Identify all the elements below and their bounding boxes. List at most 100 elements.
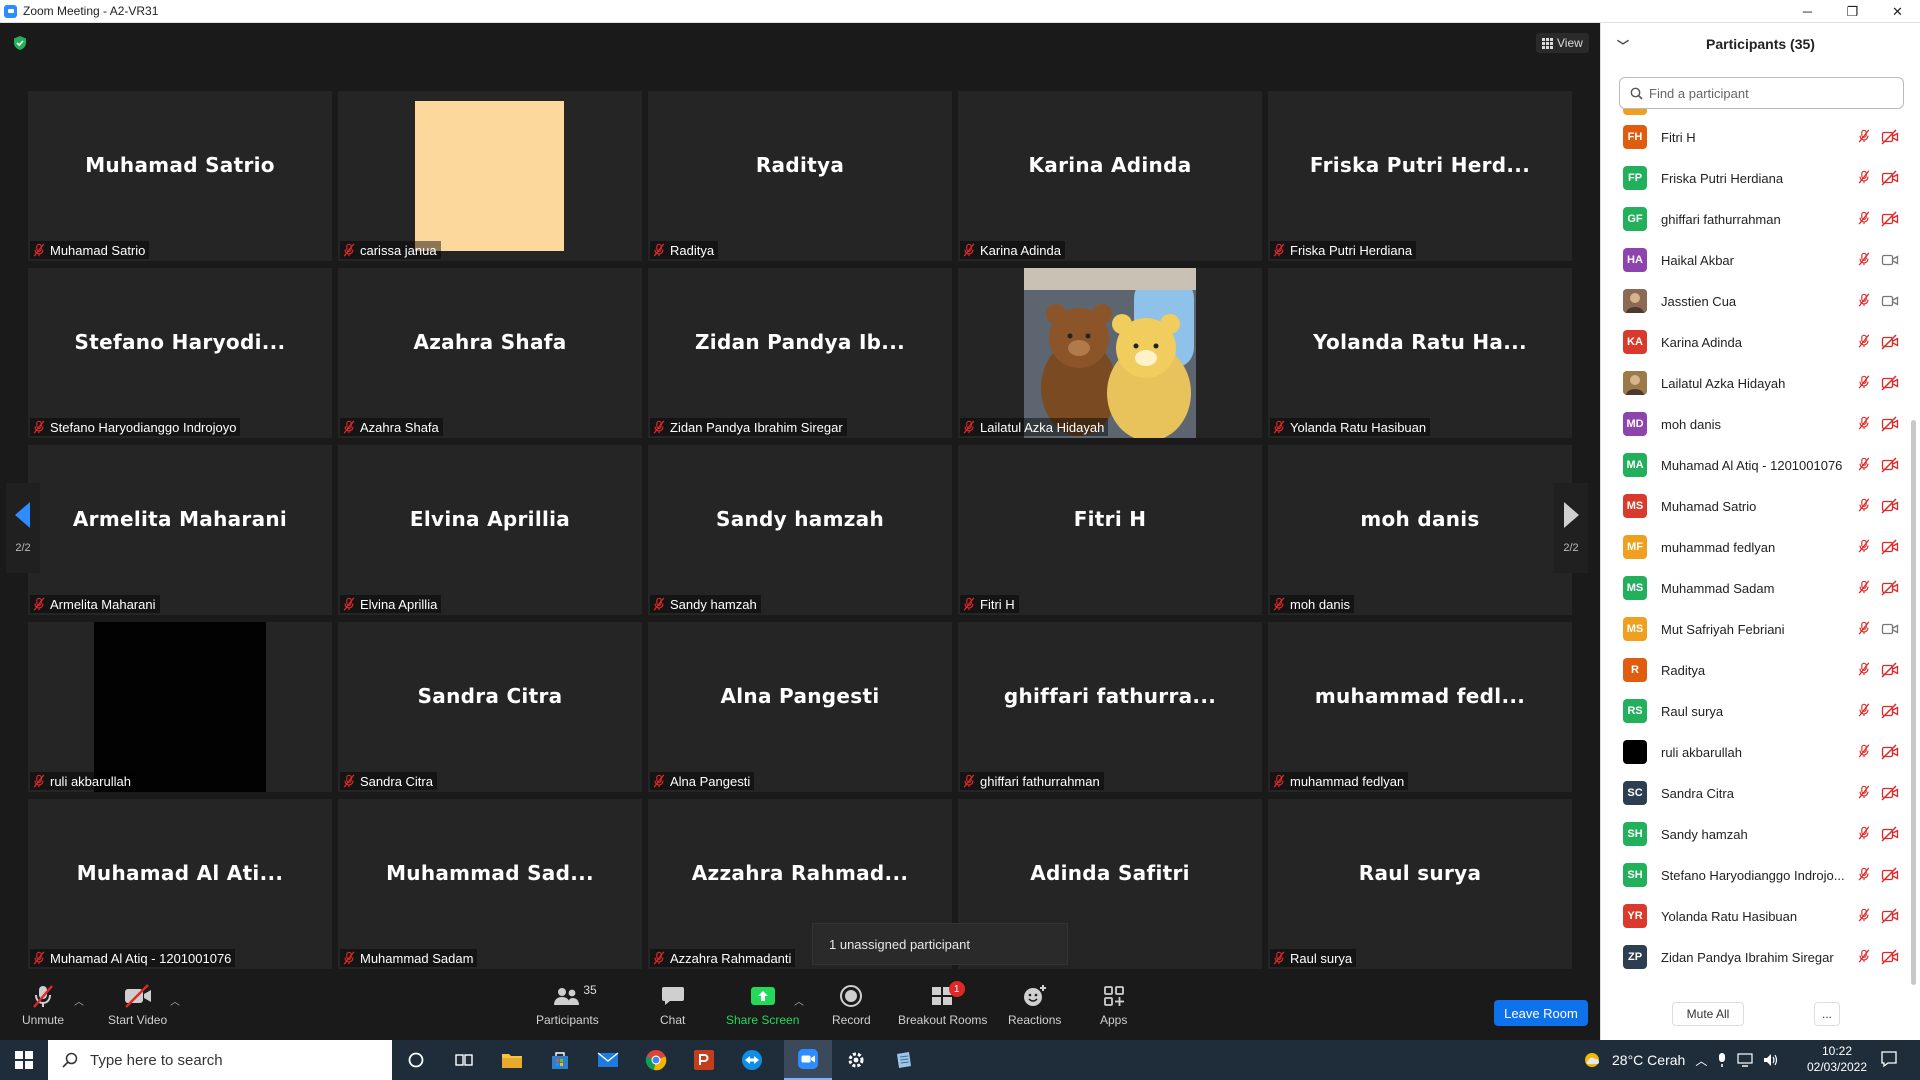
participant-video-off-icon[interactable] — [1881, 334, 1899, 350]
video-tile[interactable]: Friska Putri Herd... Friska Putri Herdian… — [1268, 91, 1572, 261]
participant-mic-muted-icon[interactable] — [1857, 826, 1873, 842]
notification-center-icon[interactable] — [1880, 1050, 1898, 1068]
task-view-button[interactable] — [440, 1040, 488, 1080]
participant-video-off-icon[interactable] — [1881, 785, 1899, 801]
participant-row[interactable]: R Raditya — [1601, 650, 1913, 691]
volume-icon[interactable] — [1763, 1053, 1779, 1067]
participant-mic-muted-icon[interactable] — [1857, 129, 1873, 145]
video-tile[interactable]: carissa janua — [338, 91, 642, 261]
teamviewer-button[interactable] — [728, 1040, 776, 1080]
share-options-caret[interactable]: ︿ — [794, 993, 804, 1008]
participant-row[interactable]: Jasstien Cua — [1601, 281, 1913, 322]
participant-row[interactable]: SC Sandra Citra — [1601, 773, 1913, 814]
participant-video-off-icon[interactable] — [1881, 416, 1899, 432]
file-explorer-button[interactable] — [488, 1040, 536, 1080]
participant-mic-muted-icon[interactable] — [1857, 621, 1873, 637]
video-tile[interactable]: Yolanda Ratu Ha... Yolanda Ratu Hasibuan — [1268, 268, 1572, 438]
participant-row[interactable]: GF ghiffari fathurrahman — [1601, 199, 1913, 240]
video-tile[interactable]: ghiffari fathurra... ghiffari fathurrahma… — [958, 622, 1262, 792]
video-tile[interactable]: Armelita Maharani Armelita Maharani — [28, 445, 332, 615]
participant-mic-muted-icon[interactable] — [1857, 416, 1873, 432]
powerpoint-button[interactable] — [680, 1040, 728, 1080]
unmute-button[interactable]: Unmute — [22, 981, 64, 1027]
participant-mic-muted-icon[interactable] — [1857, 539, 1873, 555]
participant-row[interactable]: ruli akbarullah — [1601, 732, 1913, 773]
taskbar-search-box[interactable]: Type here to search — [48, 1040, 392, 1080]
participant-mic-muted-icon[interactable] — [1857, 498, 1873, 514]
video-tile[interactable]: Karina Adinda Karina Adinda — [958, 91, 1262, 261]
participant-video-off-icon[interactable] — [1881, 375, 1899, 391]
video-tile[interactable]: Muhammad Sad... Muhammad Sadam — [338, 799, 642, 969]
more-options-button[interactable]: ... — [1814, 1002, 1840, 1026]
participant-row[interactable]: YR Yolanda Ratu Hasibuan — [1601, 896, 1913, 937]
participant-mic-muted-icon[interactable] — [1857, 703, 1873, 719]
participant-mic-muted-icon[interactable] — [1857, 375, 1873, 391]
network-icon[interactable] — [1737, 1053, 1753, 1067]
participant-video-off-icon[interactable] — [1881, 826, 1899, 842]
participant-row[interactable]: ZP Zidan Pandya Ibrahim Siregar — [1601, 937, 1913, 978]
video-tile[interactable]: Elvina Aprillia Elvina Aprillia — [338, 445, 642, 615]
video-tile[interactable]: moh danis moh danis — [1268, 445, 1572, 615]
start-video-button[interactable]: Start Video — [108, 981, 167, 1027]
participant-row[interactable]: Lailatul Azka Hidayah — [1601, 363, 1913, 404]
video-tile[interactable]: Raul surya Raul surya — [1268, 799, 1572, 969]
participant-row[interactable]: MS Muhamad Satrio — [1601, 486, 1913, 527]
participant-row[interactable]: FP Friska Putri Herdiana — [1601, 158, 1913, 199]
participant-row[interactable]: MS Muhammad Sadam — [1601, 568, 1913, 609]
participant-mic-muted-icon[interactable] — [1857, 211, 1873, 227]
video-tile[interactable]: Stefano Haryodi... Stefano Haryodianggo I… — [28, 268, 332, 438]
participant-row[interactable]: MF muhammad fedlyan — [1601, 527, 1913, 568]
participants-button[interactable]: 35 Participants — [536, 981, 599, 1027]
participant-video-on-icon[interactable] — [1881, 252, 1899, 268]
audio-options-caret[interactable]: ︿ — [74, 993, 84, 1008]
next-page-button[interactable]: 2/2 — [1554, 483, 1588, 573]
participant-row[interactable]: SH Stefano Haryodianggo Indrojo... — [1601, 855, 1913, 896]
participant-video-off-icon[interactable] — [1881, 908, 1899, 924]
settings-button[interactable] — [832, 1040, 880, 1080]
participant-video-off-icon[interactable] — [1881, 129, 1899, 145]
participant-mic-muted-icon[interactable] — [1857, 867, 1873, 883]
video-tile[interactable]: Sandy hamzah Sandy hamzah — [648, 445, 952, 615]
video-tile[interactable]: Zidan Pandya Ib... Zidan Pandya Ibrahim S… — [648, 268, 952, 438]
video-tile[interactable]: muhammad fedl... muhammad fedlyan — [1268, 622, 1572, 792]
taskbar-clock[interactable]: 10:22 02/03/2022 — [1802, 1043, 1872, 1075]
participant-mic-muted-icon[interactable] — [1857, 785, 1873, 801]
participant-video-off-icon[interactable] — [1881, 744, 1899, 760]
tray-overflow-chevron-icon[interactable]: ︿ — [1695, 1052, 1707, 1069]
video-tile[interactable]: Alna Pangesti Alna Pangesti — [648, 622, 952, 792]
video-tile[interactable]: Sandra Citra Sandra Citra — [338, 622, 642, 792]
participant-video-on-icon[interactable] — [1881, 293, 1899, 309]
leave-room-button[interactable]: Leave Room — [1494, 1000, 1588, 1026]
reactions-button[interactable]: Reactions — [1008, 981, 1061, 1027]
participant-mic-muted-icon[interactable] — [1857, 580, 1873, 596]
apps-button[interactable]: Apps — [1100, 981, 1127, 1027]
participant-mic-muted-icon[interactable] — [1857, 662, 1873, 678]
participant-mic-muted-icon[interactable] — [1857, 744, 1873, 760]
start-button[interactable] — [0, 1040, 48, 1080]
participant-video-off-icon[interactable] — [1881, 703, 1899, 719]
participant-video-off-icon[interactable] — [1881, 170, 1899, 186]
find-participant-input[interactable]: Find a participant — [1619, 77, 1904, 109]
chat-button[interactable]: Chat — [660, 981, 685, 1027]
zoom-taskbar-button[interactable] — [784, 1040, 832, 1080]
participant-video-off-icon[interactable] — [1881, 867, 1899, 883]
mail-button[interactable] — [584, 1040, 632, 1080]
cortana-button[interactable] — [392, 1040, 440, 1080]
chrome-button[interactable] — [632, 1040, 680, 1080]
participant-mic-muted-icon[interactable] — [1857, 252, 1873, 268]
participant-video-off-icon[interactable] — [1881, 580, 1899, 596]
tray-mic-icon[interactable] — [1717, 1052, 1727, 1068]
participant-row[interactable]: SH Sandy hamzah — [1601, 814, 1913, 855]
participant-video-on-icon[interactable] — [1881, 621, 1899, 637]
participant-mic-muted-icon[interactable] — [1857, 908, 1873, 924]
video-tile[interactable]: Lailatul Azka Hidayah — [958, 268, 1262, 438]
video-tile[interactable]: Fitri H Fitri H — [958, 445, 1262, 615]
breakout-rooms-button[interactable]: 1 Breakout Rooms — [898, 981, 987, 1027]
previous-page-button[interactable]: 2/2 — [6, 483, 40, 573]
close-button[interactable]: ✕ — [1875, 0, 1920, 23]
participant-mic-muted-icon[interactable] — [1857, 457, 1873, 473]
participant-row[interactable]: KA Karina Adinda — [1601, 322, 1913, 363]
weather-text[interactable]: 28°C Cerah — [1612, 1052, 1685, 1068]
participant-row[interactable]: MA Muhamad Al Atiq - 1201001076 — [1601, 445, 1913, 486]
participant-row[interactable]: HA Haikal Akbar — [1601, 240, 1913, 281]
